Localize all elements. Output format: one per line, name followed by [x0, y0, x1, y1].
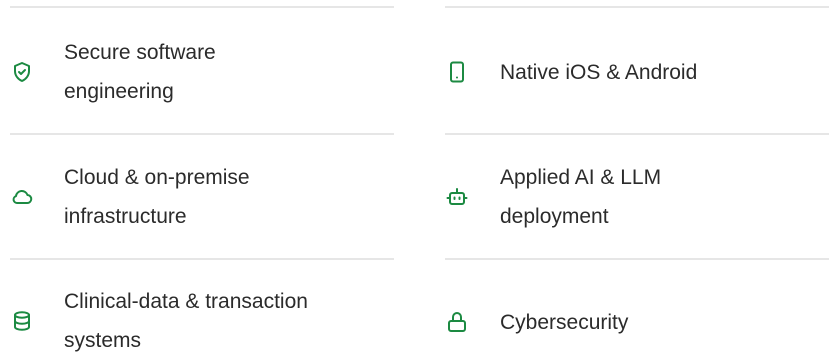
feature-label: Native iOS & Android — [500, 60, 698, 84]
cloud-icon — [10, 185, 34, 209]
feature-label: Cybersecurity — [500, 310, 629, 334]
smartphone-icon — [445, 60, 469, 84]
feature-label: Applied AI & LLM deployment — [500, 166, 662, 228]
lock-icon — [445, 310, 469, 334]
feature-item-native-mobile: Native iOS & Android — [445, 52, 829, 92]
feature-item-cloud: Cloud & on-premise infrastructure — [10, 158, 394, 236]
divider — [10, 133, 394, 135]
divider — [445, 133, 829, 135]
feature-item-secure-software: Secure software engineering — [10, 34, 394, 110]
feature-item-applied-ai: Applied AI & LLM deployment — [445, 158, 829, 236]
database-icon — [10, 309, 34, 333]
divider — [445, 258, 829, 260]
feature-item-cybersecurity: Cybersecurity — [445, 302, 829, 342]
divider — [445, 6, 829, 8]
feature-label: Clinical-data & transaction systems — [64, 290, 308, 352]
divider — [10, 258, 394, 260]
robot-icon — [445, 185, 469, 209]
feature-item-clinical-data: Clinical-data & transaction systems — [10, 283, 394, 359]
feature-label: Cloud & on-premise infrastructure — [64, 166, 250, 228]
shield-check-icon — [10, 60, 34, 84]
divider — [10, 6, 394, 8]
feature-label: Secure software engineering — [64, 41, 216, 103]
